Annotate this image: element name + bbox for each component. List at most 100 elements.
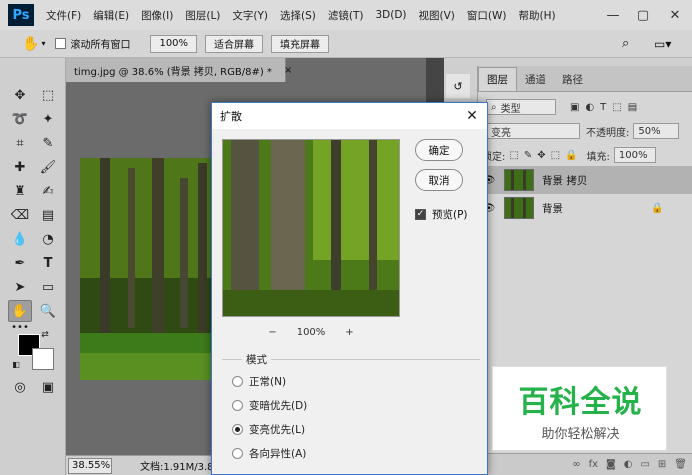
menu-type[interactable]: 文字(Y) bbox=[232, 8, 268, 23]
kind-search-icon: ⌕ bbox=[491, 101, 497, 113]
zoom-field[interactable]: 38.55% bbox=[68, 457, 112, 474]
mode-anisotropic-radio[interactable]: 各向异性(A) bbox=[232, 446, 306, 461]
search-icon[interactable]: ⌕ bbox=[622, 36, 629, 51]
history-panel-icon[interactable]: ↺ bbox=[446, 74, 470, 98]
type-tool-icon[interactable]: T bbox=[36, 252, 60, 274]
zoom-100-button[interactable]: 100% bbox=[150, 34, 198, 53]
fill-label: 填充: bbox=[586, 151, 610, 163]
dialog-title: 扩散 bbox=[220, 110, 242, 123]
healing-brush-tool-icon[interactable]: ✚ bbox=[8, 156, 32, 178]
new-layer-icon[interactable]: ⊞ bbox=[658, 459, 666, 470]
link-icon[interactable]: ∞ bbox=[572, 459, 580, 470]
radio-icon bbox=[232, 448, 243, 459]
close-window-button[interactable]: ✕ bbox=[660, 0, 690, 30]
menu-view[interactable]: 视图(V) bbox=[419, 8, 455, 23]
minimize-button[interactable]: — bbox=[598, 0, 628, 30]
menu-image[interactable]: 图像(I) bbox=[141, 8, 173, 23]
screen-mode-icon[interactable]: ▣ bbox=[36, 376, 60, 398]
quick-mask-icon[interactable]: ◎ bbox=[8, 376, 32, 398]
watermark-logo: 百科全说 助你轻松解决 bbox=[492, 366, 667, 451]
trash-icon[interactable]: 🗑 bbox=[674, 459, 687, 470]
forest-canvas-image[interactable] bbox=[80, 158, 214, 380]
dialog-close-icon[interactable]: ✕ bbox=[463, 107, 481, 125]
layer-kind-select[interactable]: ⌕ 类型 bbox=[486, 99, 556, 115]
menu-window[interactable]: 窗口(W) bbox=[467, 8, 507, 23]
menu-bar: Ps 文件(F) 编辑(E) 图像(I) 图层(L) 文字(Y) 选择(S) 滤… bbox=[0, 0, 692, 30]
menu-help[interactable]: 帮助(H) bbox=[519, 8, 556, 23]
menu-3d[interactable]: 3D(D) bbox=[375, 9, 406, 21]
layer-row-background-copy[interactable]: 👁 背景 拷贝 bbox=[478, 166, 692, 194]
close-tab-icon[interactable]: × bbox=[284, 65, 292, 76]
mask-icon[interactable]: ◙ bbox=[606, 459, 616, 470]
crop-tool-icon[interactable]: ⌗ bbox=[8, 132, 32, 154]
diffuse-dialog: 扩散 ✕ − 100% + 确定 取消 ✓ 预览(P) 模式 正常(N) 变暗优… bbox=[211, 102, 488, 475]
menu-layer[interactable]: 图层(L) bbox=[185, 8, 220, 23]
history-brush-tool-icon[interactable]: ✍ bbox=[36, 180, 60, 202]
fill-field[interactable]: 100% bbox=[613, 147, 656, 163]
mode-lighten-only-radio[interactable]: 变亮优先(L) bbox=[232, 422, 305, 437]
watermark-title: 百科全说 bbox=[518, 385, 643, 420]
maximize-button[interactable]: ▢ bbox=[628, 0, 658, 30]
mode-anisotropic-label: 各向异性(A) bbox=[249, 448, 307, 460]
clone-stamp-tool-icon[interactable]: ♜ bbox=[8, 180, 32, 202]
dialog-titlebar: 扩散 ✕ bbox=[212, 103, 487, 129]
layer-row-background[interactable]: 👁 背景 🔒 bbox=[478, 194, 692, 222]
preview-label: 预览(P) bbox=[432, 209, 468, 221]
background-color-swatch[interactable] bbox=[32, 348, 54, 370]
blur-tool-icon[interactable]: 💧 bbox=[8, 228, 32, 250]
preview-checkbox[interactable]: ✓ 预览(P) bbox=[415, 207, 468, 222]
zoom-in-icon[interactable]: + bbox=[345, 327, 353, 338]
filter-row: ⌕ 类型 ▣◐T⬚▤ bbox=[478, 96, 692, 118]
adjustment-icon[interactable]: ◐ bbox=[624, 459, 633, 470]
pen-tool-icon[interactable]: ✒ bbox=[8, 252, 32, 274]
path-selection-tool-icon[interactable]: ➤ bbox=[8, 276, 32, 298]
cancel-button[interactable]: 取消 bbox=[415, 169, 463, 191]
document-tab[interactable]: timg.jpg @ 38.6% (背景 拷贝, RGB/8#) * × bbox=[66, 58, 292, 82]
tab-paths[interactable]: 路径 bbox=[554, 67, 591, 91]
tab-layers[interactable]: 图层 bbox=[478, 67, 517, 91]
fill-screen-button[interactable]: 填充屏幕 bbox=[271, 34, 330, 53]
layers-panel-footer: ∞ fx ◙ ◐ ▭ ⊞ 🗑 bbox=[478, 453, 692, 475]
zoom-out-icon[interactable]: − bbox=[268, 327, 276, 338]
rectangle-tool-icon[interactable]: ▭ bbox=[36, 276, 60, 298]
brush-tool-icon[interactable]: 🖌 bbox=[36, 156, 60, 178]
lasso-tool-icon[interactable]: ➰ bbox=[8, 108, 32, 130]
lock-icon: 🔒 bbox=[651, 202, 664, 214]
preview-image bbox=[223, 140, 399, 316]
tab-channels[interactable]: 通道 bbox=[517, 67, 554, 91]
radio-icon bbox=[232, 400, 243, 411]
gradient-tool-icon[interactable]: ▤ bbox=[36, 204, 60, 226]
dodge-tool-icon[interactable]: ◔ bbox=[36, 228, 60, 250]
document-info: 文档:1.91M/3.8 bbox=[140, 462, 214, 473]
fx-icon[interactable]: fx bbox=[589, 459, 598, 470]
filter-preview[interactable] bbox=[222, 139, 400, 317]
folder-icon[interactable]: ▭ bbox=[640, 459, 649, 470]
menu-filter[interactable]: 滤镜(T) bbox=[328, 8, 364, 23]
opacity-field[interactable]: 50% bbox=[633, 123, 680, 139]
menu-edit[interactable]: 编辑(E) bbox=[93, 8, 129, 23]
menu-file[interactable]: 文件(F) bbox=[46, 8, 81, 23]
mode-normal-radio[interactable]: 正常(N) bbox=[232, 374, 286, 389]
layer-filter-icons[interactable]: ▣◐T⬚▤ bbox=[570, 102, 643, 113]
mode-darken-only-radio[interactable]: 变暗优先(D) bbox=[232, 398, 307, 413]
eyedropper-tool-icon[interactable]: ✎ bbox=[36, 132, 60, 154]
scroll-all-windows-checkbox[interactable]: 滚动所有窗口 bbox=[55, 36, 130, 51]
move-tool-icon[interactable]: ✥ bbox=[8, 84, 32, 106]
default-colors-icon[interactable]: ◧ bbox=[10, 358, 22, 370]
eraser-tool-icon[interactable]: ⌫ bbox=[8, 204, 32, 226]
tool-preset-chevron-icon[interactable]: ▾ bbox=[41, 39, 45, 48]
marquee-tool-icon[interactable]: ⬚ bbox=[36, 84, 60, 106]
ok-button[interactable]: 确定 bbox=[415, 139, 463, 161]
checkmark-icon: ✓ bbox=[415, 209, 426, 220]
fit-screen-button[interactable]: 适合屏幕 bbox=[205, 34, 264, 53]
swap-colors-icon[interactable]: ⇄ bbox=[38, 328, 52, 342]
blend-row: 变亮 不透明度: 50% bbox=[478, 120, 692, 142]
watermark-subtitle: 助你轻松解决 bbox=[541, 427, 620, 442]
menu-select[interactable]: 选择(S) bbox=[280, 8, 316, 23]
magic-wand-tool-icon[interactable]: ✦ bbox=[36, 108, 60, 130]
zoom-tool-icon[interactable]: 🔍 bbox=[36, 300, 60, 322]
blend-mode-select[interactable]: 变亮 bbox=[486, 123, 580, 139]
workspace-icon[interactable]: ▭▾ bbox=[654, 37, 671, 51]
layer-kind-label: 类型 bbox=[500, 103, 521, 115]
lock-icons[interactable]: ⬚✎✥⬚🔒 bbox=[509, 150, 582, 161]
